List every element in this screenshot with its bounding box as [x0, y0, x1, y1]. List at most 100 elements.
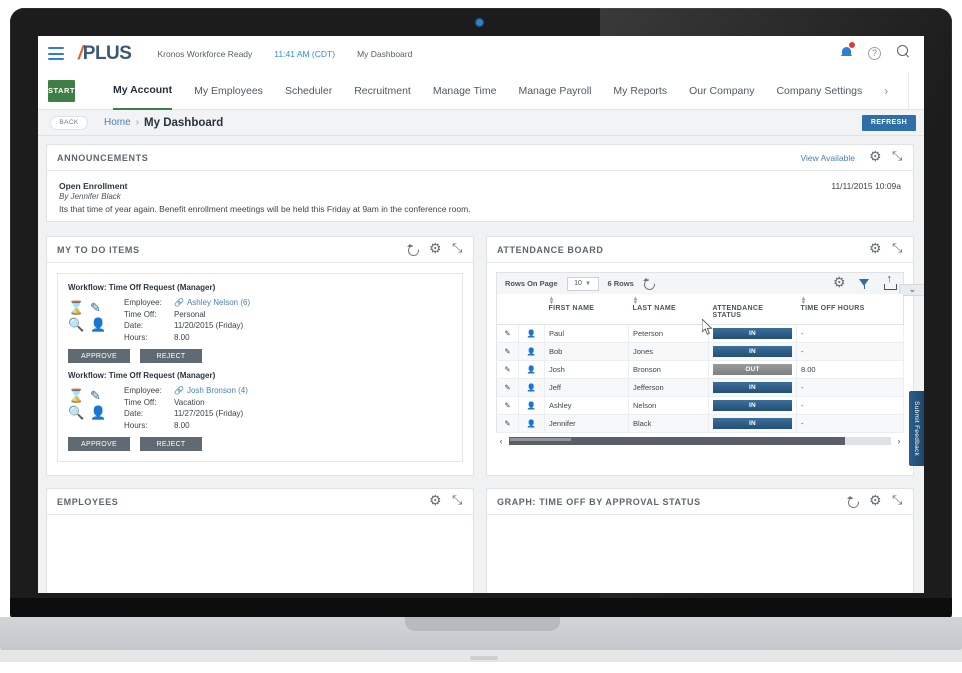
row-edit-icon[interactable]: ✎ — [496, 324, 519, 343]
expand-icon[interactable] — [452, 493, 463, 507]
chevron-right-icon[interactable]: › — [884, 84, 888, 98]
gear-icon[interactable] — [429, 241, 442, 256]
attachment-icon: 🔗 — [174, 298, 184, 307]
global-search-button[interactable] — [897, 44, 910, 63]
people-icon[interactable]: 👤 — [90, 405, 112, 420]
scroll-right-icon[interactable]: › — [894, 436, 904, 446]
row-profile-icon[interactable]: 👤 — [518, 342, 545, 361]
brand-logo[interactable]: / PLUS — [78, 43, 132, 65]
table-row[interactable]: ✎ 👤 Ashley Nelson IN - — [496, 396, 904, 415]
nav-item-our-company[interactable]: Our Company — [689, 72, 754, 110]
scrollbar-thumb[interactable] — [509, 437, 846, 445]
nav-item-manage-time[interactable]: Manage Time — [433, 72, 497, 110]
row-profile-icon[interactable]: 👤 — [518, 360, 545, 379]
breadcrumb-bar: BACK Home › My Dashboard REFRESH — [38, 110, 924, 136]
employee-link[interactable]: Ashley Nelson (6) — [187, 298, 250, 307]
application-window: / PLUS Kronos Workforce Ready 11:41 AM (C… — [38, 36, 924, 593]
row-edit-icon[interactable]: ✎ — [496, 342, 519, 361]
table-row[interactable]: ✎ 👤 Josh Bronson OUT 8.00 — [496, 360, 904, 379]
col-last-name[interactable]: ▲ ▼ LAST NAME — [628, 294, 709, 325]
refresh-button[interactable]: REFRESH — [862, 114, 916, 131]
hourglass-icon[interactable]: ⌛ — [68, 388, 90, 403]
row-profile-icon[interactable]: 👤 — [518, 396, 545, 415]
row-profile-icon[interactable]: 👤 — [518, 324, 545, 343]
nav-item-my-account[interactable]: My Account — [112, 72, 173, 110]
row-edit-icon[interactable]: ✎ — [496, 414, 519, 433]
attendance-tools — [869, 241, 903, 256]
dashboard-content: ANNOUNCEMENTS View Available Open Enroll… — [38, 136, 924, 593]
cell-status: IN — [708, 324, 797, 343]
table-row[interactable]: ✎ 👤 Paul Peterson IN - — [496, 324, 904, 343]
notifications-button[interactable] — [841, 40, 856, 63]
row-edit-icon[interactable]: ✎ — [496, 396, 519, 415]
row-edit-icon[interactable]: ✎ — [496, 360, 519, 379]
gear-icon[interactable] — [869, 241, 882, 256]
edit-note-icon[interactable]: ✎ — [90, 300, 112, 315]
help-icon[interactable]: ? — [868, 47, 881, 60]
start-button[interactable]: START — [48, 79, 75, 102]
hourglass-icon[interactable]: ⌛ — [68, 300, 90, 315]
nav-item-company-settings[interactable]: Company Settings — [776, 72, 862, 110]
todo-item: Workflow: Time Off Request (Manager) ⌛ ✎… — [68, 283, 452, 363]
nav-item-recruitment[interactable]: Recruitment — [354, 72, 411, 110]
people-icon[interactable]: 👤 — [90, 317, 112, 332]
submit-feedback-tab[interactable]: Submit Feedback — [909, 391, 924, 466]
status-badge: IN — [713, 418, 792, 429]
col-attendance-status[interactable]: ⌄ ATTENDANCE STATUS — [708, 284, 924, 325]
table-row[interactable]: ✎ 👤 Jennifer Black IN - — [496, 414, 904, 433]
rows-per-page-select[interactable]: 10 ▼ — [566, 276, 599, 291]
employee-link[interactable]: Josh Bronson (4) — [187, 386, 248, 395]
refresh-icon[interactable] — [847, 496, 858, 507]
view-details-icon[interactable]: 🔍 — [68, 317, 90, 332]
row-profile-icon[interactable]: 👤 — [518, 378, 545, 397]
expand-icon[interactable] — [892, 241, 903, 255]
reject-button[interactable]: REJECT — [140, 349, 202, 363]
employee-label: Employee: — [124, 298, 162, 307]
nav-item-my-employees[interactable]: My Employees — [194, 72, 263, 110]
cell-first-name: Josh — [544, 360, 629, 379]
graph-card: GRAPH: TIME OFF BY APPROVAL STATUS — [486, 488, 914, 593]
back-button[interactable]: BACK — [50, 115, 88, 130]
nav-item-manage-payroll[interactable]: Manage Payroll — [518, 72, 591, 110]
graph-title: GRAPH: TIME OFF BY APPROVAL STATUS — [497, 496, 701, 507]
expand-icon[interactable] — [892, 149, 903, 163]
gear-icon[interactable] — [869, 493, 882, 508]
nav-search-button[interactable] — [908, 71, 924, 110]
breadcrumb-home[interactable]: Home — [104, 117, 131, 128]
nav-item-scheduler[interactable]: Scheduler — [285, 72, 332, 110]
current-page-label: My Dashboard — [357, 48, 413, 59]
row-edit-icon[interactable]: ✎ — [496, 378, 519, 397]
approve-button[interactable]: APPROVE — [68, 437, 130, 451]
scrollbar-track[interactable] — [509, 437, 891, 445]
refresh-icon[interactable] — [642, 278, 654, 289]
refresh-icon[interactable] — [407, 244, 418, 255]
gear-icon[interactable] — [429, 493, 442, 508]
cell-hours: - — [796, 342, 904, 361]
table-row[interactable]: ✎ 👤 Bob Jones IN - — [496, 342, 904, 361]
view-available-link[interactable]: View Available — [800, 153, 855, 163]
funnel-icon[interactable] — [859, 278, 870, 289]
col-edit — [496, 294, 519, 325]
expand-icon[interactable] — [452, 241, 463, 255]
export-icon[interactable] — [884, 274, 897, 290]
horizontal-scrollbar[interactable]: ‹ › — [496, 435, 904, 447]
expand-icon[interactable] — [892, 493, 903, 507]
gear-icon[interactable] — [833, 275, 846, 290]
col-first-name[interactable]: ▲ ▼ FIRST NAME — [544, 294, 629, 325]
sort-icon: ▲ ▼ — [632, 296, 639, 306]
gear-icon[interactable] — [869, 149, 882, 164]
view-details-icon[interactable]: 🔍 — [68, 405, 90, 420]
cell-last-name: Jefferson — [628, 378, 709, 397]
hamburger-icon[interactable] — [48, 47, 64, 60]
scroll-left-icon[interactable]: ‹ — [496, 436, 506, 446]
cell-hours: - — [796, 378, 904, 397]
row-profile-icon[interactable]: 👤 — [518, 414, 545, 433]
edit-note-icon[interactable]: ✎ — [90, 388, 112, 403]
col-first-name-label: FIRST NAME — [548, 305, 595, 312]
col-time-off-hours-label: TIME OFF HOURS — [800, 305, 865, 312]
col-time-off-hours[interactable]: ▲ ▼ TIME OFF HOURS — [796, 294, 904, 325]
nav-item-my-reports[interactable]: My Reports — [613, 72, 667, 110]
approve-button[interactable]: APPROVE — [68, 349, 130, 363]
table-row[interactable]: ✎ 👤 Jeff Jefferson IN - — [496, 378, 904, 397]
reject-button[interactable]: REJECT — [140, 437, 202, 451]
